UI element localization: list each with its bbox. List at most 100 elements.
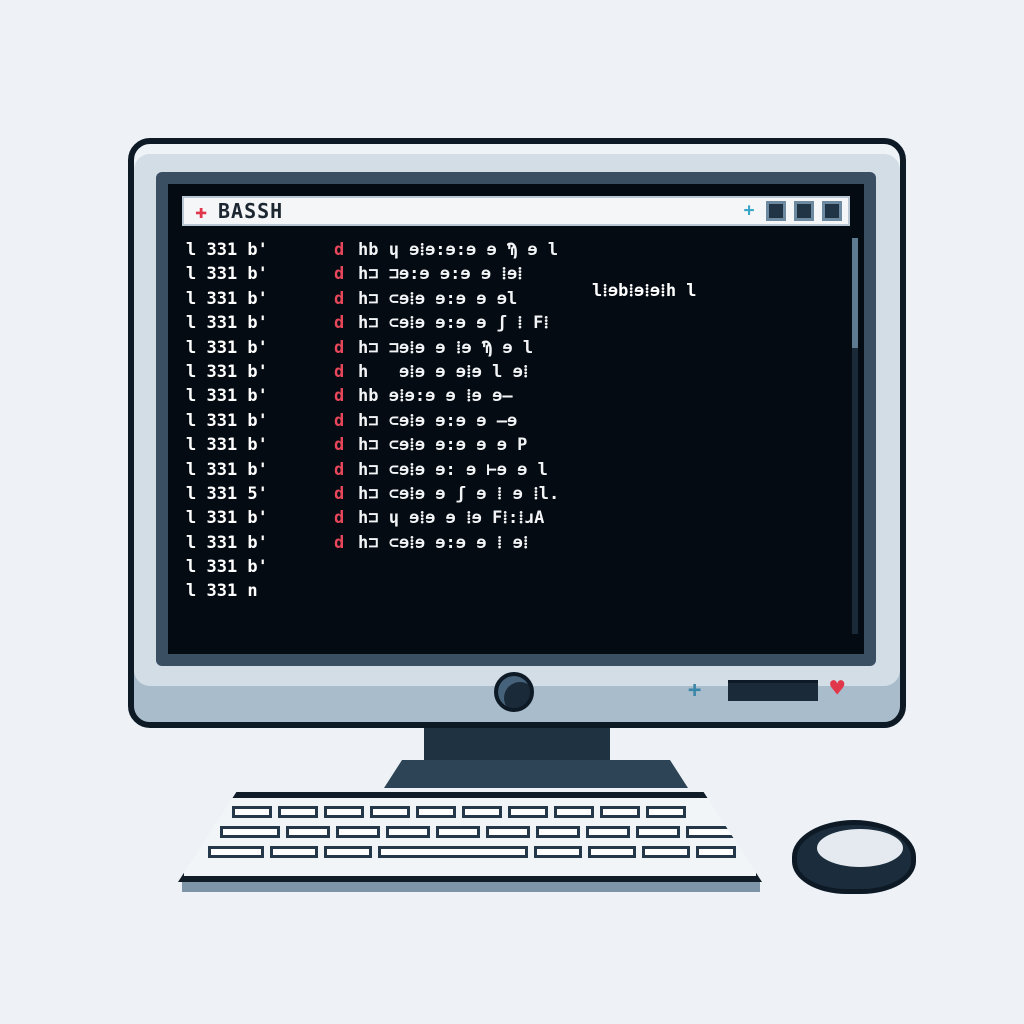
terminal-line: l 331 b' d h⊐ ⊂ɘ⁞ɘ ɘ:ɘ ɘ ʃ ⁞ F⁞ [186, 311, 844, 335]
line-prefix: l 331 n [186, 581, 258, 602]
key[interactable] [536, 826, 580, 838]
line-prefix: l 331 5' [186, 483, 268, 504]
key[interactable] [554, 806, 594, 818]
line-prefix: l 331 b' [186, 557, 268, 578]
key[interactable] [588, 846, 636, 858]
power-button-icon[interactable] [494, 672, 534, 712]
terminal-output[interactable]: l 331 b' d hb ɥ ɘ⁞ɘ:ɘ:ɘ ɘ Ϡ ɘ l l 331 b' d h⊐… [186, 238, 844, 642]
key[interactable] [436, 826, 480, 838]
maximize-icon[interactable] [794, 201, 814, 221]
terminal-icon: ✚ [194, 199, 208, 223]
heart-icon: ♥ [830, 674, 845, 702]
terminal-line: l 331 b' d hb ɥ ɘ⁞ɘ:ɘ:ɘ ɘ Ϡ ɘ l [186, 238, 844, 262]
line-prefix: l 331 b' [186, 386, 268, 407]
key[interactable] [416, 806, 456, 818]
line-prefix: l 331 b' [186, 532, 268, 553]
line-prefix: l 331 b' [186, 240, 268, 260]
terminal-title-bar[interactable]: ✚ BASSH + [182, 196, 850, 226]
key[interactable] [534, 846, 582, 858]
close-icon[interactable] [822, 201, 842, 221]
terminal-line: l 331 b' d h⊐ ⊐ɘ⁞ɘ ɘ ⁞ɘ Ϡ ɘ l [186, 336, 844, 360]
line-command: hb ɥ ɘ⁞ɘ:ɘ:ɘ ɘ Ϡ ɘ l [358, 240, 559, 260]
key[interactable] [586, 826, 630, 838]
line-command: h⊐ ⊂ɘ⁞ɘ ɘ:ɘ ɘ ʃ ⁞ F⁞ [358, 313, 549, 334]
terminal-line: l 331 b' d h⊐ ⊂ɘ⁞ɘ ɘ:ɘ ɘ ɘ P [186, 433, 844, 457]
terminal-line: l 331 b' d h⊐ ⊐ɘ:ɘ ɘ:ɘ ɘ ⁞ɘ⁞ [186, 262, 844, 286]
key[interactable] [286, 826, 330, 838]
terminal-screen[interactable]: ✚ BASSH + l 331 b' d hb ɥ ɘ⁞ɘ:ɘ:ɘ ɘ Ϡ ɘ ll… [168, 184, 864, 654]
keyboard[interactable] [178, 792, 762, 882]
key[interactable] [696, 846, 736, 858]
line-prefix: l 331 b' [186, 313, 268, 334]
window-controls: + [740, 201, 842, 221]
terminal-side-output: l⁞ɘb⁞ɘ⁞ɘ⁞h l [592, 281, 697, 301]
minimize-icon[interactable] [766, 201, 786, 221]
keyboard-row [220, 826, 746, 838]
line-marker: d [334, 240, 345, 260]
space-key[interactable] [378, 846, 528, 858]
terminal-line: l 331 b' d h⊐ ⊂ɘ⁞ɘ ɘ:ɘ ɘ —ɘ [186, 409, 844, 433]
line-marker: d [334, 435, 345, 456]
line-marker: d [334, 532, 345, 553]
mouse[interactable] [792, 820, 916, 894]
key[interactable] [220, 826, 280, 838]
line-marker: d [334, 288, 345, 309]
panel-slot [728, 680, 818, 701]
line-command: h⊐ ⊐ɘ⁞ɘ ɘ ⁞ɘ Ϡ ɘ l [358, 337, 534, 358]
key[interactable] [232, 806, 272, 818]
line-prefix: l 331 b' [186, 288, 268, 309]
keyboard-row [232, 806, 686, 818]
line-marker: d [334, 386, 345, 407]
key[interactable] [278, 806, 318, 818]
window-title: BASSH [218, 199, 284, 223]
key[interactable] [462, 806, 502, 818]
line-command: h⊐ ⊂ɘ⁞ɘ ɘ:ɘ ɘ —ɘ [358, 410, 518, 431]
key[interactable] [208, 846, 264, 858]
key[interactable] [324, 806, 364, 818]
key[interactable] [636, 826, 680, 838]
restore-icon[interactable]: + [740, 202, 758, 220]
keyboard-row [208, 846, 736, 858]
key[interactable] [270, 846, 318, 858]
key[interactable] [370, 806, 410, 818]
key[interactable] [508, 806, 548, 818]
line-command: h⊐ ⊂ɘ⁞ɘ ɘ:ɘ ɘ ɘ P [358, 435, 528, 456]
key[interactable] [600, 806, 640, 818]
line-marker [334, 579, 358, 603]
terminal-line: l 331 b' d h⊐ ɥ ɘ⁞ɘ ɘ ⁞ɘ F⁞:⁞ɹA [186, 506, 844, 530]
line-command: h⊐ ⊐ɘ:ɘ ɘ:ɘ ɘ ⁞ɘ⁞ [358, 264, 523, 285]
scrollbar-thumb[interactable] [852, 238, 858, 348]
key[interactable] [386, 826, 430, 838]
key[interactable] [646, 806, 686, 818]
line-marker: d [334, 337, 345, 358]
line-marker: d [334, 361, 345, 382]
key[interactable] [642, 846, 690, 858]
key[interactable] [336, 826, 380, 838]
line-marker: d [334, 410, 345, 431]
terminal-line: l 331 b' d h ɘ⁞ɘ ɘ ɘ⁞ɘ l ɘ⁞ [186, 360, 844, 384]
terminal-line: l 331 b' d hb ɘ⁞ɘ:ɘ ɘ ⁞ɘ ɘ— [186, 384, 844, 408]
key[interactable] [486, 826, 530, 838]
terminal-line: l 331 n [186, 579, 844, 603]
key[interactable] [324, 846, 372, 858]
line-prefix: l 331 b' [186, 361, 268, 382]
monitor-stand-neck [424, 728, 610, 762]
line-prefix: l 331 b' [186, 459, 268, 480]
line-command: h ɘ⁞ɘ ɘ ɘ⁞ɘ l ɘ⁞ [358, 361, 529, 382]
line-marker: d [334, 264, 345, 285]
terminal-line: l 331 b' d h⊐ ⊂ɘ⁞ɘ ɘ: ɘ ⊢ɘ ɘ l [186, 458, 844, 482]
terminal-line: l 331 b' [186, 555, 844, 579]
line-marker: d [334, 508, 345, 529]
terminal-line: l 331 b' d h⊐ ⊂ɘ⁞ɘ ɘ:ɘ ɘ ⁞ ɘ⁞ [186, 531, 844, 555]
line-command: hb ɘ⁞ɘ:ɘ ɘ ⁞ɘ ɘ— [358, 386, 513, 407]
line-command: h⊐ ⊂ɘ⁞ɘ ɘ ʃ ɘ ⁞ ɘ ⁞l. [358, 483, 560, 504]
line-marker: d [334, 459, 345, 480]
monitor-stand-base [384, 760, 688, 788]
mouse-top [817, 829, 903, 867]
key[interactable] [686, 826, 746, 838]
line-prefix: l 331 b' [186, 508, 268, 529]
terminal-scrollbar[interactable] [852, 238, 858, 634]
line-prefix: l 331 b' [186, 264, 268, 285]
line-prefix: l 331 b' [186, 337, 268, 358]
line-marker [334, 555, 358, 579]
